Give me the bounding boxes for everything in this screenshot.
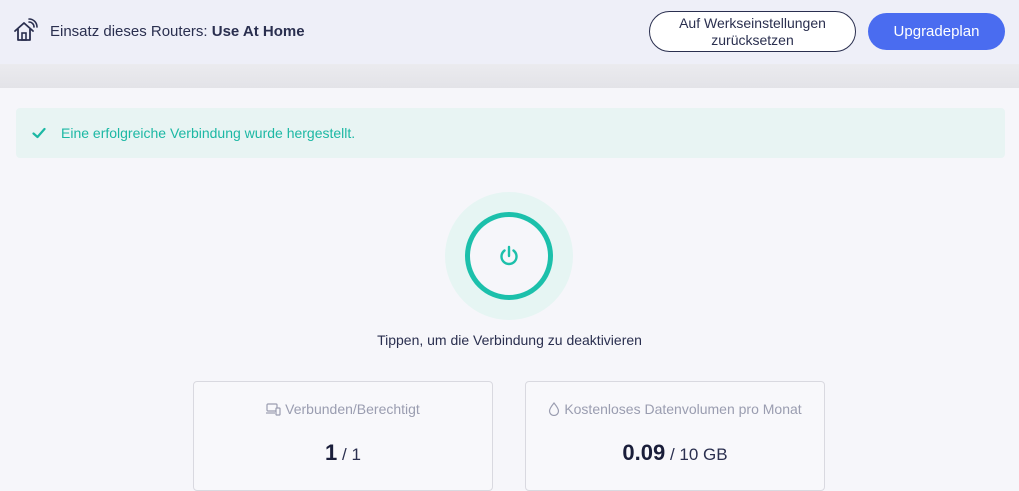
power-icon[interactable]: [497, 244, 521, 268]
data-volume-card: Kostenloses Datenvolumen pro Monat 0.09 …: [525, 381, 825, 491]
devices-card: Verbunden/Berechtigt 1 / 1: [193, 381, 493, 491]
power-ring[interactable]: [465, 212, 553, 300]
data-separator: /: [669, 445, 675, 464]
devices-separator: /: [342, 445, 347, 464]
power-hint: Tippen, um die Verbindung zu deaktiviere…: [377, 332, 642, 348]
upgrade-plan-button[interactable]: Upgradeplan: [868, 13, 1005, 50]
power-toggle-button[interactable]: [445, 192, 573, 320]
devices-label: Verbunden/Berechtigt: [285, 401, 420, 417]
data-total: 10 GB: [679, 445, 728, 464]
devices-value: 1 / 1: [194, 440, 492, 466]
alert-message: Eine erfolgreiche Verbindung wurde herge…: [61, 125, 356, 141]
top-bar: Einsatz dieses Routers: Use At Home Auf …: [0, 0, 1019, 64]
header-divider: [0, 64, 1019, 88]
main-content: Eine erfolgreiche Verbindung wurde herge…: [0, 88, 1019, 491]
devices-current: 1: [325, 440, 338, 465]
data-label: Kostenloses Datenvolumen pro Monat: [564, 401, 802, 417]
success-alert: Eine erfolgreiche Verbindung wurde herge…: [16, 108, 1005, 158]
devices-icon: [266, 402, 281, 416]
router-usage: Einsatz dieses Routers: Use At Home: [50, 23, 305, 40]
home-wifi-icon: [14, 18, 38, 41]
data-value: 0.09 / 10 GB: [526, 440, 824, 466]
data-card-header: Kostenloses Datenvolumen pro Monat: [526, 401, 824, 417]
router-usage-value: Use At Home: [211, 23, 305, 40]
check-icon: [32, 127, 46, 139]
devices-card-header: Verbunden/Berechtigt: [194, 401, 492, 417]
drop-icon: [549, 402, 560, 416]
router-usage-label: Einsatz dieses Routers:: [50, 23, 208, 40]
data-used: 0.09: [622, 440, 666, 465]
devices-max: 1: [351, 445, 361, 464]
factory-reset-button[interactable]: Auf Werkseinstellungen zurücksetzen: [649, 11, 856, 52]
